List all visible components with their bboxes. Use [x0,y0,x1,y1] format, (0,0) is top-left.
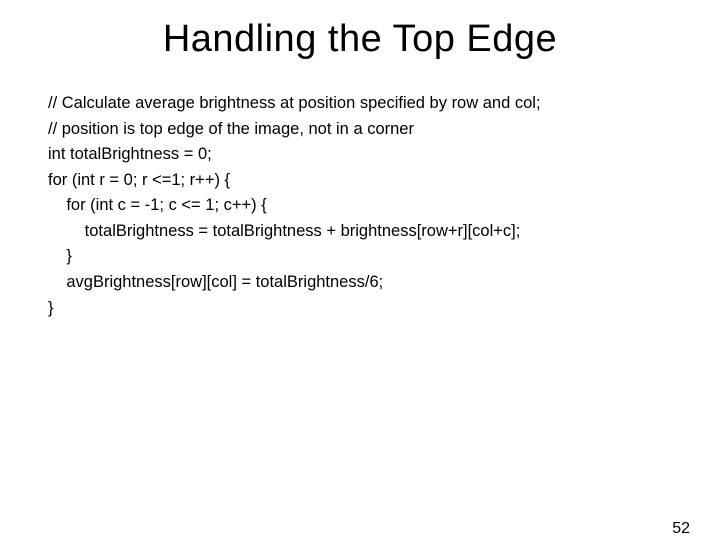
code-line: } [48,299,54,317]
code-line: // position is top edge of the image, no… [48,120,414,138]
code-line: int totalBrightness = 0; [48,145,212,163]
code-block: // Calculate average brightness at posit… [48,91,680,321]
slide-title: Handling the Top Edge [0,18,720,61]
code-line: for (int r = 0; r <=1; r++) { [48,171,230,189]
code-line: avgBrightness[row][col] = totalBrightnes… [48,273,383,291]
code-line: for (int c = -1; c <= 1; c++) { [48,196,267,214]
code-line: // Calculate average brightness at posit… [48,94,541,112]
page-number: 52 [672,520,690,538]
slide: Handling the Top Edge // Calculate avera… [0,18,720,540]
code-line: totalBrightness = totalBrightness + brig… [48,222,520,240]
code-line: } [48,247,72,265]
